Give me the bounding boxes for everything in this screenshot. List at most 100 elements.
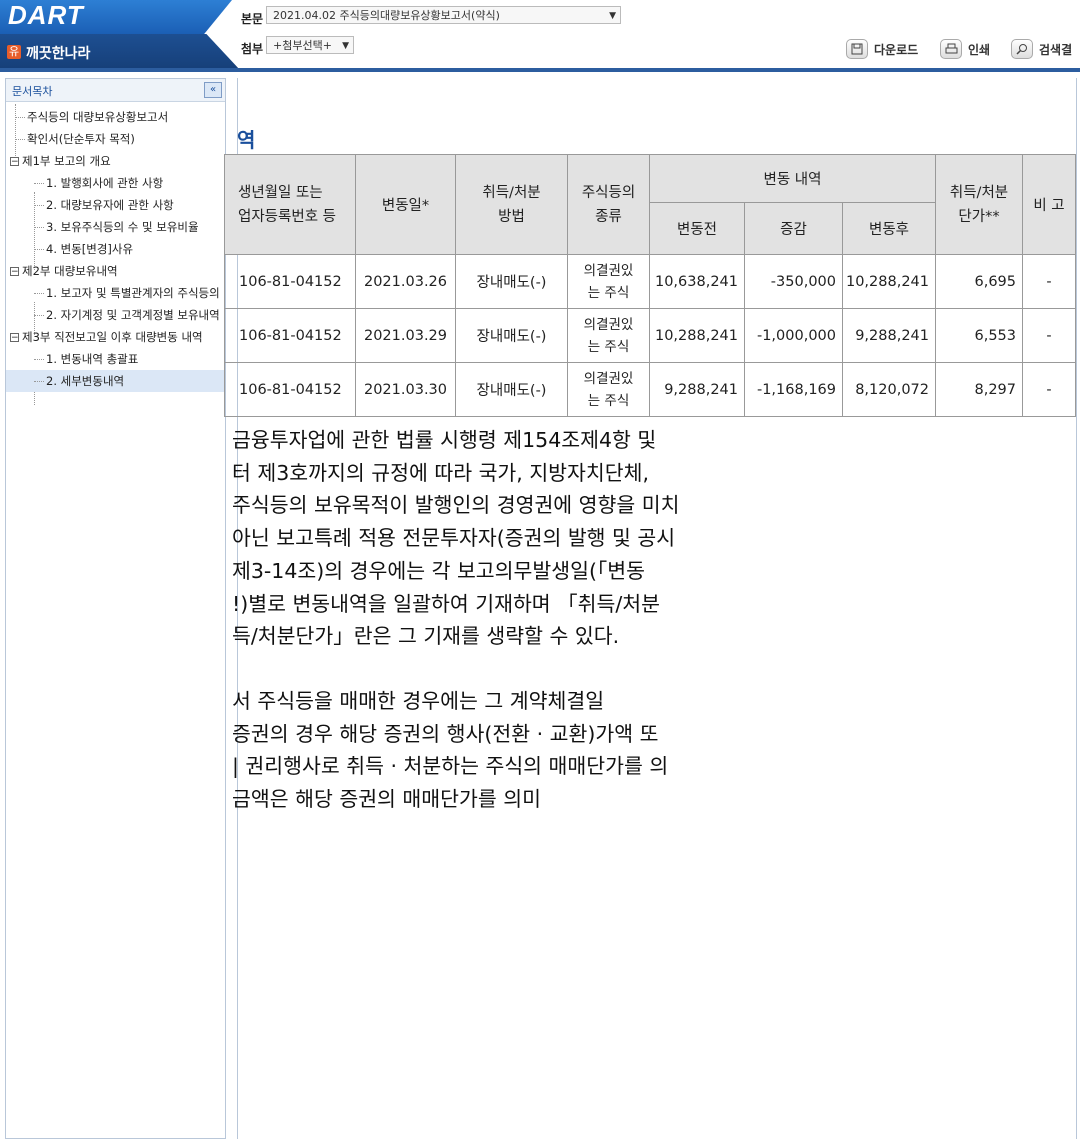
attachment-select[interactable]: +첨부선택+ ▼ [266, 36, 354, 54]
footnote-spacer [232, 653, 762, 685]
cell-note: - [1022, 308, 1076, 363]
download-button[interactable]: 다운로드 [846, 37, 918, 61]
col-header-note: 비 고 [1022, 154, 1076, 255]
search-label: 검색결 [1039, 42, 1073, 57]
toc-item-label: 2. 대량보유자에 관한 사항 [46, 198, 174, 212]
printer-icon [940, 39, 962, 59]
dropdown-arrow-icon: ▼ [609, 11, 616, 21]
footnote-line: 주식등의 보유목적이 발행인의 경영권에 영향을 미치 [232, 493, 680, 518]
company-market-icon: 유 [7, 45, 21, 59]
col-header-stock-type: 주식등의 종류 [567, 154, 650, 255]
col-header-change: 변동 내역 [649, 154, 936, 203]
cell-text: 는 주식 [587, 338, 630, 355]
col-header-date: 변동일* [355, 154, 456, 255]
tree-branch [34, 293, 44, 294]
collapse-node-icon[interactable]: − [10, 267, 19, 277]
dropdown-arrow-icon: ▼ [342, 41, 349, 51]
cell-note: - [1022, 254, 1076, 309]
footnote-line: 서 주식등을 매매한 경우에는 그 계약체결일 [232, 688, 605, 713]
cell-date: 2021.03.29 [355, 308, 456, 363]
toc-item[interactable]: 4. 변동[변경]사유 [34, 238, 133, 260]
toc-item-label: 2. 자기계정 및 고객계정별 보유내역 [46, 308, 220, 322]
save-icon [846, 39, 868, 59]
cell-text: 의결권있 [583, 316, 634, 333]
tree-branch [34, 227, 44, 228]
print-label: 인쇄 [968, 42, 991, 57]
cell-before: 10,288,241 [649, 308, 745, 363]
tree-branch [34, 183, 44, 184]
cell-after: 10,288,241 [842, 254, 936, 309]
tree-branch [34, 315, 44, 316]
cell-text: 의결권있 [583, 262, 634, 279]
toc-item[interactable]: 1. 보고자 및 특별관계자의 주식등의 [34, 282, 220, 304]
table-row: 106-81-04152 2021.03.26 장내매도(-) 의결권있 는 주식… [224, 254, 1076, 309]
top-header: DART 유 깨끗한나라 본문 2021.04.02 주식등의대량보유상황보고서… [0, 0, 1080, 72]
footnote-line: 금액은 해당 증권의 매매단가를 의미 [232, 787, 541, 812]
toc-item[interactable]: 1. 변동내역 총괄표 [34, 348, 138, 370]
cell-price: 6,553 [935, 308, 1023, 363]
tree-branch [34, 381, 44, 382]
toc-item[interactable]: 확인서(단순투자 목적) [15, 128, 135, 150]
footnotes: 금융투자업에 관한 법률 시행령 제154조제4항 및 터 제3호까지의 규정에… [232, 424, 762, 816]
magnifier-icon [1011, 39, 1033, 59]
cell-price: 8,297 [935, 362, 1023, 417]
footnote-line: | 권리행사로 취득 · 처분하는 주식의 매매단가를 의 [232, 754, 669, 779]
toc-item[interactable]: 2. 자기계정 및 고객계정별 보유내역 [34, 304, 220, 326]
cell-after: 8,120,072 [842, 362, 936, 417]
footnote-line: 제3-14조)의 경우에는 각 보고의무발생일(「변동 [232, 558, 645, 583]
toc-section[interactable]: − 제1부 보고의 개요 [10, 150, 111, 172]
cell-before: 9,288,241 [649, 362, 745, 417]
toc-item-label: 확인서(단순투자 목적) [27, 132, 135, 146]
body-select-value: 2021.04.02 주식등의대량보유상황보고서(약식) [273, 9, 500, 22]
toc-item[interactable]: 3. 보유주식등의 수 및 보유비율 [34, 216, 199, 238]
cell-method: 장내매도(-) [455, 362, 568, 417]
toc-item-label: 1. 변동내역 총괄표 [46, 352, 139, 366]
footnote-line: 터 제3호까지의 규정에 따라 국가, 지방자치단체, [232, 460, 649, 485]
tree-branch [15, 139, 25, 140]
attach-label: 첨부 [241, 42, 264, 56]
toc-item-label: 3. 보유주식등의 수 및 보유비율 [46, 220, 199, 234]
print-button[interactable]: 인쇄 [940, 37, 990, 61]
cell-price: 6,695 [935, 254, 1023, 309]
cell-text: 는 주식 [587, 392, 630, 409]
toc-header: 문서목차 « [6, 79, 225, 102]
toc-item[interactable]: 2. 대량보유자에 관한 사항 [34, 194, 174, 216]
cell-delta: -350,000 [744, 254, 843, 309]
tree-branch [34, 205, 44, 206]
toc-item-label: 1. 발행회사에 관한 사항 [46, 176, 164, 190]
toc-item[interactable]: 주식등의 대량보유상황보고서 [15, 106, 168, 128]
cell-after: 9,288,241 [842, 308, 936, 363]
body-document-select[interactable]: 2021.04.02 주식등의대량보유상황보고서(약식) ▼ [266, 6, 621, 24]
footnote-line: 금융투자업에 관한 법률 시행령 제154조제4항 및 [232, 428, 657, 452]
toc-section[interactable]: − 제3부 직전보고일 이후 대량변동 내역 [10, 326, 203, 348]
toc-item-label: 제1부 보고의 개요 [22, 154, 111, 168]
cell-date: 2021.03.26 [355, 254, 456, 309]
header-text: 단가** [958, 208, 1000, 225]
collapse-node-icon[interactable]: − [10, 333, 19, 343]
toc-item-label: 1. 보고자 및 특별관계자의 주식등의 [46, 286, 220, 300]
toc-item-label: 주식등의 대량보유상황보고서 [27, 110, 169, 124]
cell-method: 장내매도(-) [455, 308, 568, 363]
header-text: 주식등의 [581, 184, 636, 201]
collapse-node-icon[interactable]: − [10, 157, 19, 167]
attach-select-value: +첨부선택+ [273, 39, 332, 52]
header-text: 취득/처분 [482, 184, 541, 201]
cell-date: 2021.03.30 [355, 362, 456, 417]
toc-item-selected[interactable]: 2. 세부변동내역 [6, 370, 225, 392]
toc-section[interactable]: − 제2부 대량보유내역 [10, 260, 118, 282]
header-text: 취득/처분 [949, 184, 1009, 201]
cell-method: 장내매도(-) [455, 254, 568, 309]
col-header-after: 변동후 [842, 202, 936, 255]
cell-stock-type: 의결권있 는 주식 [567, 254, 650, 309]
footnote-line: 아닌 보고특례 적용 전문투자자(증권의 발행 및 공시 [232, 526, 676, 551]
collapse-sidebar-icon[interactable]: « [204, 82, 222, 98]
body-label: 본문 [241, 12, 264, 26]
toc-item-label: 4. 변동[변경]사유 [46, 242, 134, 256]
search-button[interactable]: 검색결 [1011, 37, 1072, 61]
detail-change-table: 생년월일 또는 업자등록번호 등 변동일* 취득/처분 방법 주식등의 종류 변… [224, 154, 1076, 417]
section-heading-fragment: 역 [237, 128, 256, 152]
dart-logo[interactable]: DART [8, 0, 84, 31]
toc-item[interactable]: 1. 발행회사에 관한 사항 [34, 172, 163, 194]
footnote-line: 득/처분단가」란은 그 기재를 생략할 수 있다. [232, 624, 620, 649]
header-text: 종류 [595, 208, 622, 225]
